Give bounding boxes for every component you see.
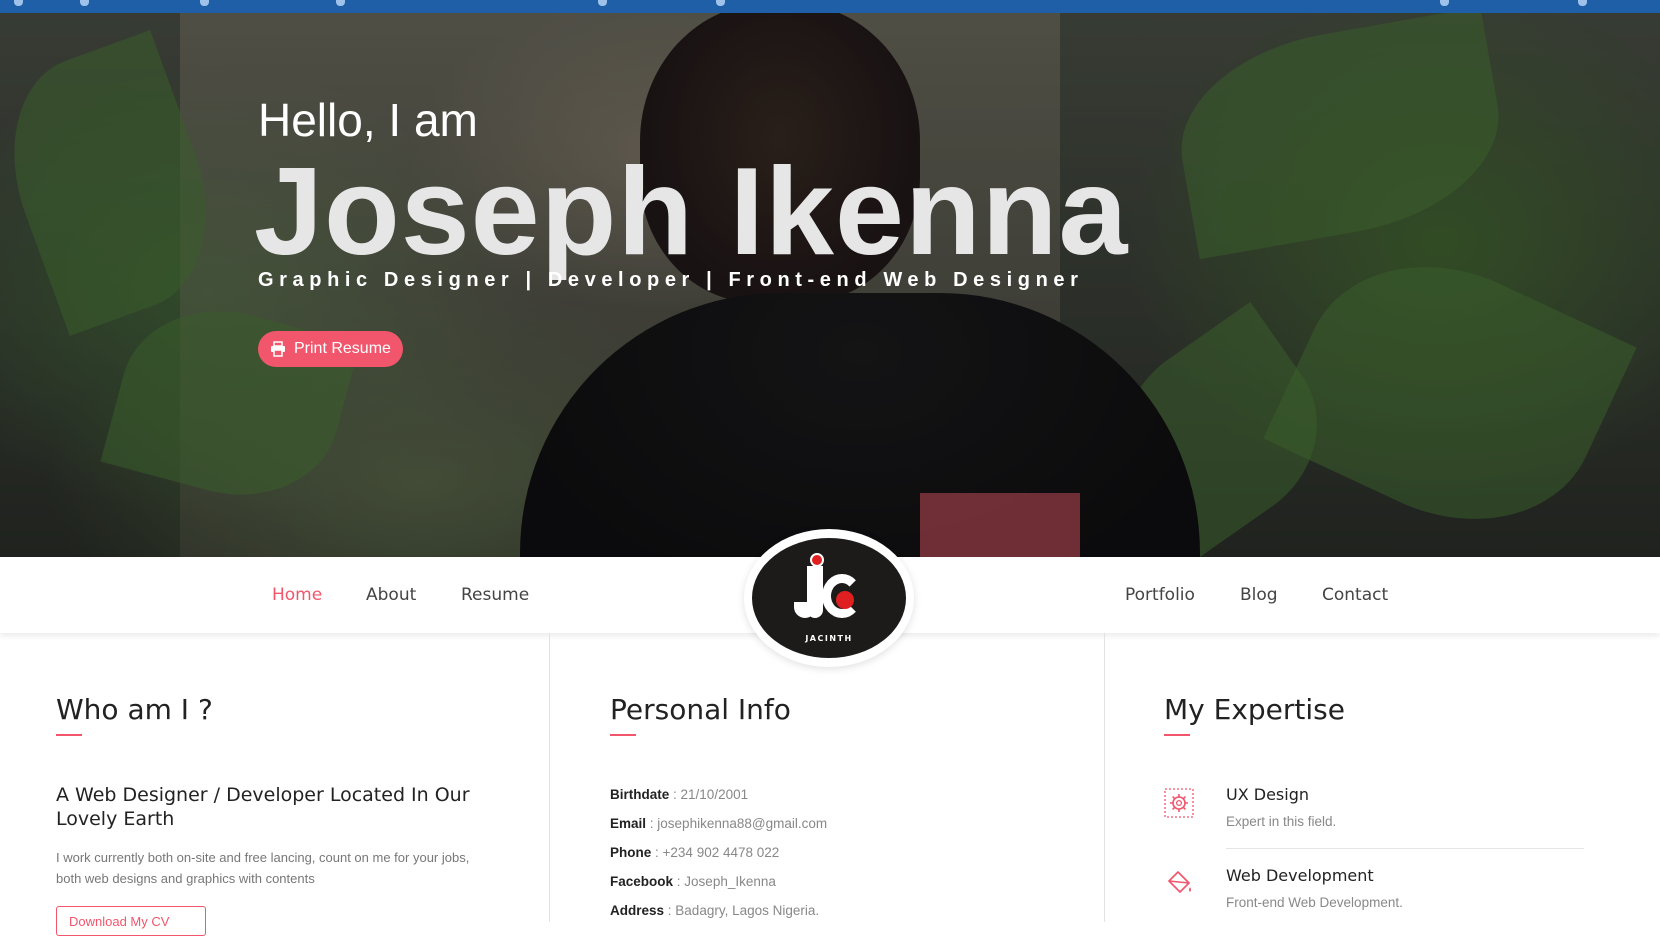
logo-wordmark: JACINTH: [805, 634, 853, 643]
info-row-email: Email : josephikenna88@gmail.com: [610, 816, 828, 831]
info-value[interactable]: Joseph_Ikenna: [684, 874, 776, 889]
title-underline: [1164, 734, 1190, 736]
info-row-address: Address : Badagry, Lagos Nigeria.: [610, 903, 820, 918]
expertise-item-desc: Expert in this field.: [1226, 814, 1337, 829]
gear-icon: [1163, 787, 1195, 819]
nav-home[interactable]: Home: [272, 585, 322, 605]
hero-name: Joseph Ikenna: [254, 143, 1129, 281]
info-key: Address: [610, 903, 665, 918]
browser-bookmarks-bar: [0, 0, 1660, 14]
print-resume-label: Print Resume: [294, 340, 391, 357]
info-value: Badagry, Lagos Nigeria.: [675, 903, 820, 918]
title-underline: [610, 734, 636, 736]
hero-greeting: Hello, I am: [258, 94, 478, 146]
bookmark-icon[interactable]: [716, 0, 725, 6]
logo-red-dot: [836, 591, 854, 609]
expertise-title: My Expertise: [1164, 693, 1345, 726]
nav-blog[interactable]: Blog: [1240, 585, 1278, 605]
info-key: Facebook: [610, 874, 674, 889]
info-value: +234 902 4478 022: [662, 845, 780, 860]
logo-top-dot: [810, 553, 824, 567]
bookmark-icon[interactable]: [598, 0, 607, 6]
bookmark-icon[interactable]: [200, 0, 209, 6]
hero-banner: Hello, I am Joseph Ikenna Graphic Design…: [0, 13, 1660, 557]
print-resume-button[interactable]: Print Resume: [258, 331, 403, 367]
info-row-phone: Phone : +234 902 4478 022: [610, 845, 780, 860]
hero-subtitle: Graphic Designer | Developer | Front-end…: [258, 269, 1084, 291]
expertise-item-title: Web Development: [1226, 866, 1374, 885]
info-row-birthdate: Birthdate : 21/10/2001: [610, 787, 749, 802]
logo-disc: JACINTH: [752, 538, 906, 658]
info-value[interactable]: josephikenna88@gmail.com: [657, 816, 827, 831]
download-cv-button[interactable]: Download My CV: [56, 906, 206, 936]
bookmark-icon[interactable]: [1578, 0, 1587, 6]
info-value: 21/10/2001: [680, 787, 749, 802]
expertise-item-title: UX Design: [1226, 785, 1309, 804]
expertise-separator: [1226, 848, 1584, 849]
bookmark-icon[interactable]: [336, 0, 345, 6]
bookmark-icon[interactable]: [1440, 0, 1449, 6]
nav-portfolio[interactable]: Portfolio: [1125, 585, 1195, 605]
column-divider: [549, 633, 550, 922]
bookmark-icon[interactable]: [14, 0, 23, 6]
nav-about[interactable]: About: [366, 585, 416, 605]
paint-bucket-icon: [1163, 867, 1195, 899]
info-row-facebook: Facebook : Joseph_Ikenna: [610, 874, 776, 889]
about-title: Who am I ?: [56, 693, 213, 726]
about-body: I work currently both on-site and free l…: [56, 850, 470, 886]
info-key: Email: [610, 816, 647, 831]
info-key: Birthdate: [610, 787, 670, 802]
printer-icon: [270, 341, 286, 357]
column-divider: [1104, 633, 1105, 922]
nav-resume[interactable]: Resume: [461, 585, 529, 605]
site-logo[interactable]: JACINTH: [744, 529, 914, 667]
about-headline: A Web Designer / Developer Located In Ou…: [56, 784, 470, 830]
expertise-item-desc: Front-end Web Development.: [1226, 895, 1403, 910]
title-underline: [56, 734, 82, 736]
bookmark-icon[interactable]: [80, 0, 89, 6]
personal-info-title: Personal Info: [610, 693, 791, 726]
nav-contact[interactable]: Contact: [1322, 585, 1388, 605]
info-key: Phone: [610, 845, 652, 860]
